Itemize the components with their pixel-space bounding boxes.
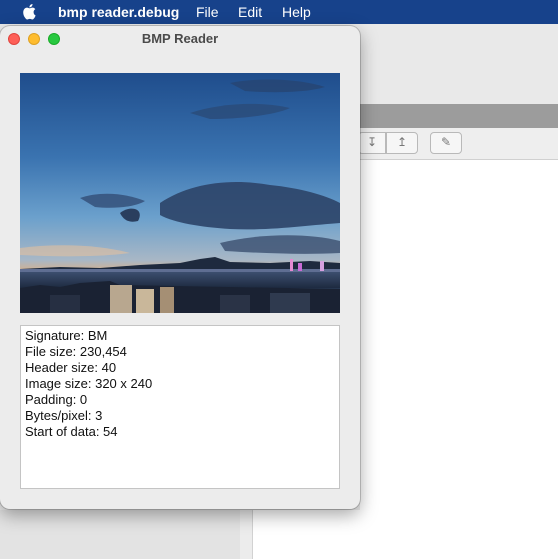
bmp-info-panel: Signature: BM File size: 230,454 Header … bbox=[20, 325, 340, 489]
start-of-data-line: Start of data: 54 bbox=[25, 424, 118, 439]
menu-file[interactable]: File bbox=[196, 4, 219, 20]
apple-icon[interactable] bbox=[22, 3, 36, 20]
pencil-icon: ✎ bbox=[440, 135, 452, 149]
bytes-per-pixel-line: Bytes/pixel: 3 bbox=[25, 408, 103, 423]
bmp-image-preview bbox=[20, 73, 340, 313]
file-size-line: File size: 230,454 bbox=[25, 344, 127, 359]
background-left-pane bbox=[0, 510, 241, 559]
app-menu[interactable]: bmp reader.debug bbox=[58, 4, 179, 20]
background-right-pane bbox=[253, 510, 558, 559]
background-content-area bbox=[360, 160, 558, 559]
city-skyline-photo bbox=[20, 73, 340, 313]
arrow-down-icon: ↧ bbox=[366, 135, 378, 149]
move-down-button[interactable]: ↧ bbox=[358, 132, 386, 154]
arrow-up-icon: ↥ bbox=[396, 135, 408, 149]
image-size-line: Image size: 320 x 240 bbox=[25, 376, 153, 391]
background-split-divider[interactable] bbox=[240, 510, 253, 559]
move-up-button[interactable]: ↥ bbox=[386, 132, 418, 154]
padding-line: Padding: 0 bbox=[25, 392, 88, 407]
edit-button[interactable]: ✎ bbox=[430, 132, 462, 154]
signature-line: Signature: BM bbox=[25, 328, 108, 343]
bmp-reader-window: BMP Reader Signature: BM File size: 230,… bbox=[0, 26, 360, 509]
title-bar[interactable]: BMP Reader bbox=[0, 26, 360, 52]
window-title: BMP Reader bbox=[141, 31, 219, 46]
menu-help[interactable]: Help bbox=[282, 4, 311, 20]
header-size-line: Header size: 40 bbox=[25, 360, 117, 375]
menu-edit[interactable]: Edit bbox=[238, 4, 262, 20]
menu-bar: bmp reader.debug File Edit Help bbox=[0, 0, 558, 24]
